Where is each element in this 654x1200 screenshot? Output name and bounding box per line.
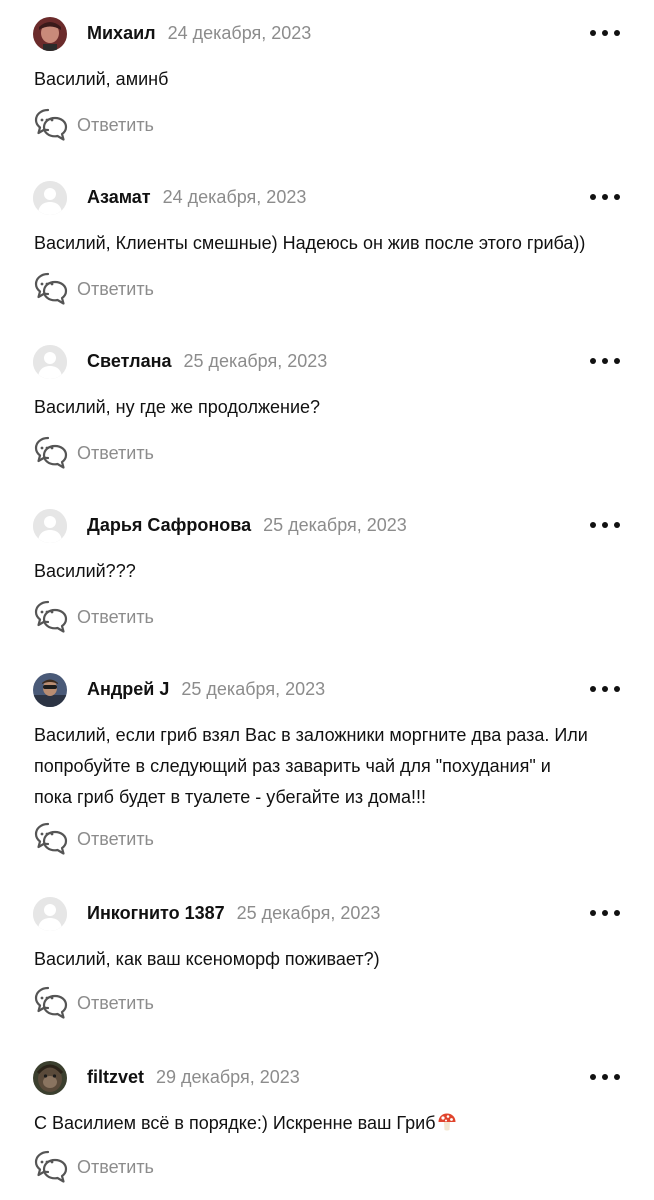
comment-text-content: С Василием всё в порядке:) Искренне ваш … [34, 1113, 436, 1133]
more-dots-icon [590, 910, 596, 916]
mushroom-emoji-icon [438, 1113, 456, 1131]
comment-header: filtzvet 29 декабря, 2023 [0, 1060, 654, 1096]
comment-text-line: Василий??? [34, 561, 136, 581]
comment-header: Азамат 24 декабря, 2023 [0, 180, 654, 216]
comment-header: Инкогнито 1387 25 декабря, 2023 [0, 896, 654, 932]
comment-text-line: Василий, ну где же продолжение? [34, 397, 321, 417]
reply-label: Ответить [77, 828, 154, 849]
speech-bubbles-icon [34, 600, 68, 633]
comment-author-line: Дарья Сафронова 25 декабря, 2023 [87, 515, 407, 536]
more-dots-icon [590, 686, 596, 692]
reply-button[interactable]: Ответить [33, 107, 154, 143]
more-options-button[interactable] [590, 30, 620, 38]
user-photo-icon [33, 673, 67, 707]
comment-author-line: Инкогнито 1387 25 декабря, 2023 [87, 903, 380, 924]
comment-date: 24 декабря, 2023 [162, 187, 307, 207]
author-name[interactable]: Андрей J [87, 679, 169, 699]
author-name[interactable]: Светлана [87, 351, 172, 371]
reply-label: Ответить [77, 1156, 154, 1177]
comment-text-line: Василий, если гриб взял Вас в заложники … [34, 725, 588, 745]
reply-label: Ответить [77, 278, 154, 299]
more-options-button[interactable] [590, 910, 620, 918]
comment-text: Василий, ну где же продолжение? [34, 392, 620, 423]
reply-button[interactable]: Ответить [33, 599, 154, 635]
comment-date: 29 декабря, 2023 [156, 1067, 300, 1087]
reply-button[interactable]: Ответить [33, 435, 154, 471]
author-name[interactable]: Михаил [87, 23, 156, 43]
avatar[interactable] [33, 181, 67, 215]
comment-author-line: Светлана 25 декабря, 2023 [87, 351, 327, 372]
comment-author-line: Азамат 24 декабря, 2023 [87, 187, 306, 208]
comment-date: 24 декабря, 2023 [167, 23, 312, 43]
speech-bubbles-icon [34, 986, 68, 1019]
comment-text: С Василием всё в порядке:) Искренне ваш … [34, 1108, 620, 1139]
author-name[interactable]: Инкогнито 1387 [87, 903, 225, 923]
comment-header: Андрей J 25 декабря, 2023 [0, 672, 654, 708]
user-photo-icon [33, 17, 67, 51]
comment-date: 25 декабря, 2023 [263, 515, 407, 535]
reply-button[interactable]: Ответить [33, 271, 154, 307]
comment-text: Василий, как ваш ксеноморф поживает?) [34, 944, 620, 975]
comment-date: 25 декабря, 2023 [183, 351, 328, 371]
author-name[interactable]: Дарья Сафронова [87, 515, 251, 535]
more-options-button[interactable] [590, 358, 620, 366]
author-name[interactable]: Азамат [87, 187, 151, 207]
avatar[interactable] [33, 897, 67, 931]
speech-bubbles-icon [34, 272, 68, 305]
more-dots-icon [590, 1074, 596, 1080]
default-user-icon [33, 345, 67, 379]
more-options-button[interactable] [590, 522, 620, 530]
avatar[interactable] [33, 1061, 67, 1095]
more-options-button[interactable] [590, 194, 620, 202]
comment-text-line: Василий, как ваш ксеноморф поживает?) [34, 949, 380, 969]
comment-author-line: Михаил 24 декабря, 2023 [87, 23, 311, 44]
comment-text-line: Василий, Клиенты смешные) Надеюсь он жив… [34, 233, 586, 253]
reply-button[interactable]: Ответить [33, 1149, 154, 1185]
comment-author-line: filtzvet 29 декабря, 2023 [87, 1067, 300, 1088]
more-dots-icon [590, 30, 596, 36]
more-options-button[interactable] [590, 686, 620, 694]
reply-label: Ответить [77, 992, 154, 1013]
speech-bubbles-icon [34, 1150, 68, 1183]
more-dots-icon [590, 522, 596, 528]
comment-text-line: Василий, аминб [34, 69, 169, 89]
avatar[interactable] [33, 509, 67, 543]
avatar[interactable] [33, 17, 67, 51]
comment-text-line: пока гриб будет в туалете - убегайте из … [34, 787, 427, 807]
comment-text-line: С Василием всё в порядке:) Искренне ваш … [34, 1108, 620, 1139]
comment-header: Михаил 24 декабря, 2023 [0, 16, 654, 52]
more-dots-icon [590, 358, 596, 364]
comment-text-line: попробуйте в следующий раз заварить чай … [34, 756, 551, 776]
avatar[interactable] [33, 673, 67, 707]
reply-label: Ответить [77, 606, 154, 627]
user-photo-icon [33, 1061, 67, 1095]
reply-button[interactable]: Ответить [33, 985, 154, 1021]
speech-bubbles-icon [34, 822, 68, 855]
comment-header: Светлана 25 декабря, 2023 [0, 344, 654, 380]
comment-text: Василий??? [34, 556, 620, 587]
default-user-icon [33, 897, 67, 931]
comment-header: Дарья Сафронова 25 декабря, 2023 [0, 508, 654, 544]
comment-date: 25 декабря, 2023 [181, 679, 326, 699]
reply-button[interactable]: Ответить [33, 821, 154, 857]
more-options-button[interactable] [590, 1074, 620, 1082]
default-user-icon [33, 509, 67, 543]
author-name[interactable]: filtzvet [87, 1067, 144, 1087]
comment-text: Василий, Клиенты смешные) Надеюсь он жив… [34, 228, 620, 259]
reply-label: Ответить [77, 114, 154, 135]
reply-label: Ответить [77, 442, 154, 463]
more-dots-icon [590, 194, 596, 200]
speech-bubbles-icon [34, 436, 68, 469]
comment-date: 25 декабря, 2023 [236, 903, 381, 923]
comment-text: Василий, аминб [34, 64, 620, 95]
default-user-icon [33, 181, 67, 215]
avatar[interactable] [33, 345, 67, 379]
comment-author-line: Андрей J 25 декабря, 2023 [87, 679, 325, 700]
speech-bubbles-icon [34, 108, 68, 141]
comment-text: Василий, если гриб взял Вас в заложники … [34, 720, 620, 813]
